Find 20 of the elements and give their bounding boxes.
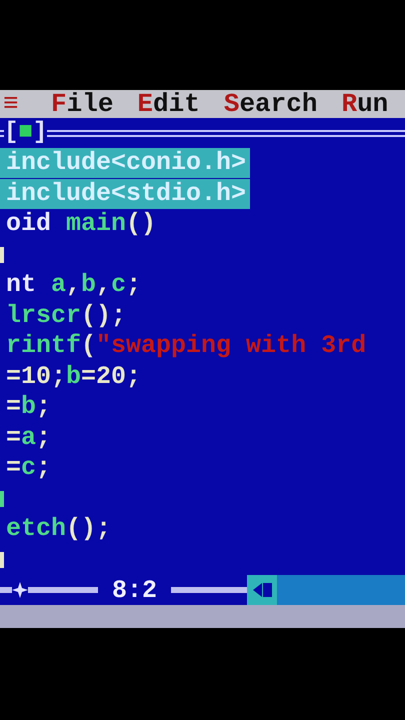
code-line: nt a,b,c; xyxy=(5,270,142,300)
code-line: =a; xyxy=(5,422,52,453)
code-line: etch(); xyxy=(5,514,112,544)
code-line: =10;b=20; xyxy=(5,362,142,392)
code-line: rintf("swapping with 3rd xyxy=(5,331,366,362)
menu-item[interactable]: Search xyxy=(224,91,318,117)
code-line: lrscr(); xyxy=(5,300,126,331)
left-arrow-icon[interactable] xyxy=(252,583,262,597)
cursor-position: 8:2 xyxy=(112,578,158,602)
code-line: oid main() xyxy=(5,209,156,240)
system-menu[interactable]: ≡ xyxy=(3,91,43,117)
code-line: =b; xyxy=(5,392,52,422)
scrollbar[interactable] xyxy=(247,575,405,605)
menu-item[interactable]: File xyxy=(51,91,114,117)
close-box[interactable]: [■] xyxy=(4,121,48,145)
code-line: =c; xyxy=(5,453,52,484)
sparkle-icon xyxy=(12,582,28,598)
menu-item[interactable]: Edit xyxy=(137,91,200,117)
menu-item[interactable]: Run xyxy=(341,91,388,117)
scroll-thumb[interactable] xyxy=(262,583,272,597)
